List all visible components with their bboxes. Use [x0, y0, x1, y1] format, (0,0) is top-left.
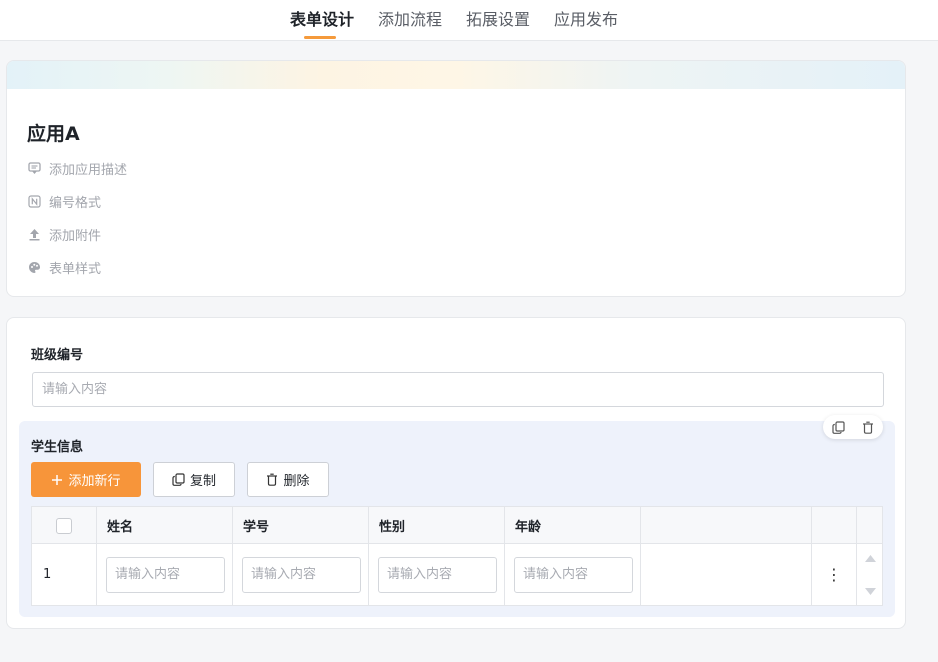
tab-add-process[interactable]: 添加流程	[378, 6, 442, 30]
table-cell-student-id	[233, 544, 369, 605]
delete-label: 删除	[283, 474, 310, 489]
palette-icon	[27, 260, 41, 274]
table-cell-name	[97, 544, 233, 605]
table-cell-gender	[369, 544, 505, 605]
column-header-student-id: 学号	[233, 507, 369, 544]
column-header-name: 姓名	[97, 507, 233, 544]
table-cell-age	[505, 544, 641, 605]
tab-form-design[interactable]: 表单设计	[290, 6, 354, 30]
trash-icon	[267, 473, 278, 486]
table-cell-spacer	[641, 544, 812, 605]
subform-toolbar	[823, 415, 883, 439]
n-box-icon	[27, 194, 41, 208]
add-row-button[interactable]: 添加新行	[31, 462, 141, 497]
message-icon	[27, 161, 41, 175]
column-header-spacer	[641, 507, 812, 544]
add-row-label: 添加新行	[68, 474, 121, 489]
add-attachment-option[interactable]: 添加附件	[27, 225, 102, 244]
tab-app-publish[interactable]: 应用发布	[554, 6, 618, 30]
header-checkbox-cell	[32, 507, 97, 544]
copy-button[interactable]: 复制	[153, 462, 235, 497]
column-header-actions	[812, 507, 857, 544]
form-style-label: 表单样式	[49, 261, 102, 277]
class-number-input[interactable]	[32, 372, 884, 407]
number-format-label: 编号格式	[49, 195, 102, 211]
table-scrollbar[interactable]	[857, 544, 883, 605]
trash-icon[interactable]	[862, 421, 874, 434]
copy-icon	[172, 473, 185, 486]
table-header: 姓名 学号 性别 年龄	[32, 507, 882, 544]
gender-input[interactable]	[378, 556, 497, 593]
copy-icon[interactable]	[832, 420, 845, 434]
add-attachment-label: 添加附件	[49, 228, 102, 244]
add-description-option[interactable]: 添加应用描述	[27, 159, 128, 178]
row-index: 1	[43, 567, 52, 582]
column-header-age: 年龄	[505, 507, 641, 544]
subform-title: 学生信息	[31, 440, 84, 455]
name-input[interactable]	[106, 556, 225, 593]
app-title: 应用A	[27, 123, 80, 145]
age-input[interactable]	[514, 556, 633, 593]
scroll-up-icon	[864, 554, 876, 562]
upload-icon	[27, 227, 41, 241]
table-cell-actions: ⋮	[812, 544, 857, 605]
top-nav: 表单设计 添加流程 拓展设置 应用发布	[0, 0, 938, 41]
plus-icon	[52, 474, 63, 485]
copy-label: 复制	[189, 474, 216, 489]
app-info-card: 应用A 添加应用描述 编号格式 添加附件 表单样式	[6, 60, 906, 297]
column-header-gender: 性别	[369, 507, 505, 544]
card-banner	[7, 61, 905, 89]
student-info-subform: 学生信息 添加新行 复制 删除 姓名 学号 性别 年龄 1 请输入内容 请输入内…	[19, 415, 895, 617]
tab-extension-settings[interactable]: 拓展设置	[466, 6, 530, 30]
delete-button[interactable]: 删除	[247, 462, 329, 497]
form-card: 班级编号 学生信息 添加新行 复制 删除	[6, 317, 906, 629]
number-format-option[interactable]: 编号格式	[27, 192, 102, 211]
form-style-option[interactable]: 表单样式	[27, 258, 102, 277]
table-row-index-cell: 1	[32, 544, 97, 605]
class-number-label: 班级编号	[31, 348, 84, 363]
add-description-label: 添加应用描述	[49, 162, 128, 178]
student-id-input[interactable]	[242, 556, 361, 593]
student-table: 姓名 学号 性别 年龄 1 请输入内容 请输入内容 请输入内容 请输入内容 ⋮	[31, 506, 883, 606]
active-tab-indicator	[304, 36, 336, 39]
more-options-icon[interactable]: ⋮	[826, 565, 842, 584]
select-all-checkbox[interactable]	[56, 517, 72, 534]
scroll-down-icon	[864, 587, 876, 595]
